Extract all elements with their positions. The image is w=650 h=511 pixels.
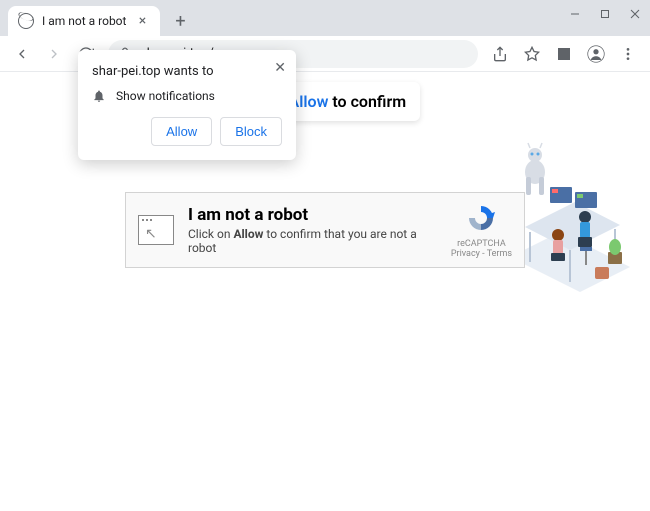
- permission-site-text: shar-pei.top wants to: [92, 64, 282, 79]
- window-cursor-icon: [138, 215, 174, 245]
- forward-button[interactable]: [40, 40, 68, 68]
- window-controls: [560, 0, 650, 28]
- close-dialog-icon[interactable]: ✕: [274, 60, 286, 76]
- menu-icon[interactable]: [614, 40, 642, 68]
- profile-icon[interactable]: [582, 40, 610, 68]
- allow-button[interactable]: Allow: [151, 117, 212, 146]
- bookmark-icon[interactable]: [518, 40, 546, 68]
- recaptcha-badge: reCAPTCHA Privacy - Terms: [451, 202, 512, 259]
- permission-request-label: Show notifications: [116, 89, 215, 103]
- share-icon[interactable]: [486, 40, 514, 68]
- browser-tab[interactable]: I am not a robot ×: [8, 6, 160, 36]
- recaptcha-brand: reCAPTCHA: [451, 239, 512, 249]
- back-button[interactable]: [8, 40, 36, 68]
- tab-title: I am not a robot: [42, 14, 126, 28]
- extensions-icon[interactable]: [550, 40, 578, 68]
- permission-request-row: Show notifications: [92, 89, 282, 103]
- captcha-subtitle: Click on Allow to confirm that you are n…: [188, 227, 437, 255]
- bell-icon: [92, 89, 106, 103]
- banner-suffix: to confirm: [328, 92, 406, 111]
- maximize-button[interactable]: [590, 0, 620, 28]
- new-tab-button[interactable]: +: [166, 7, 194, 35]
- notification-permission-dialog: ✕ shar-pei.top wants to Show notificatio…: [78, 50, 296, 160]
- close-window-button[interactable]: [620, 0, 650, 28]
- titlebar: I am not a robot × +: [0, 0, 650, 36]
- globe-icon: [18, 13, 34, 29]
- recaptcha-legal[interactable]: Privacy - Terms: [451, 249, 512, 259]
- captcha-box: I am not a robot Click on Allow to confi…: [125, 192, 525, 268]
- minimize-button[interactable]: [560, 0, 590, 28]
- close-tab-icon[interactable]: ×: [134, 13, 150, 29]
- captcha-title: I am not a robot: [188, 205, 437, 225]
- recaptcha-icon: [465, 202, 497, 234]
- block-button[interactable]: Block: [220, 117, 282, 146]
